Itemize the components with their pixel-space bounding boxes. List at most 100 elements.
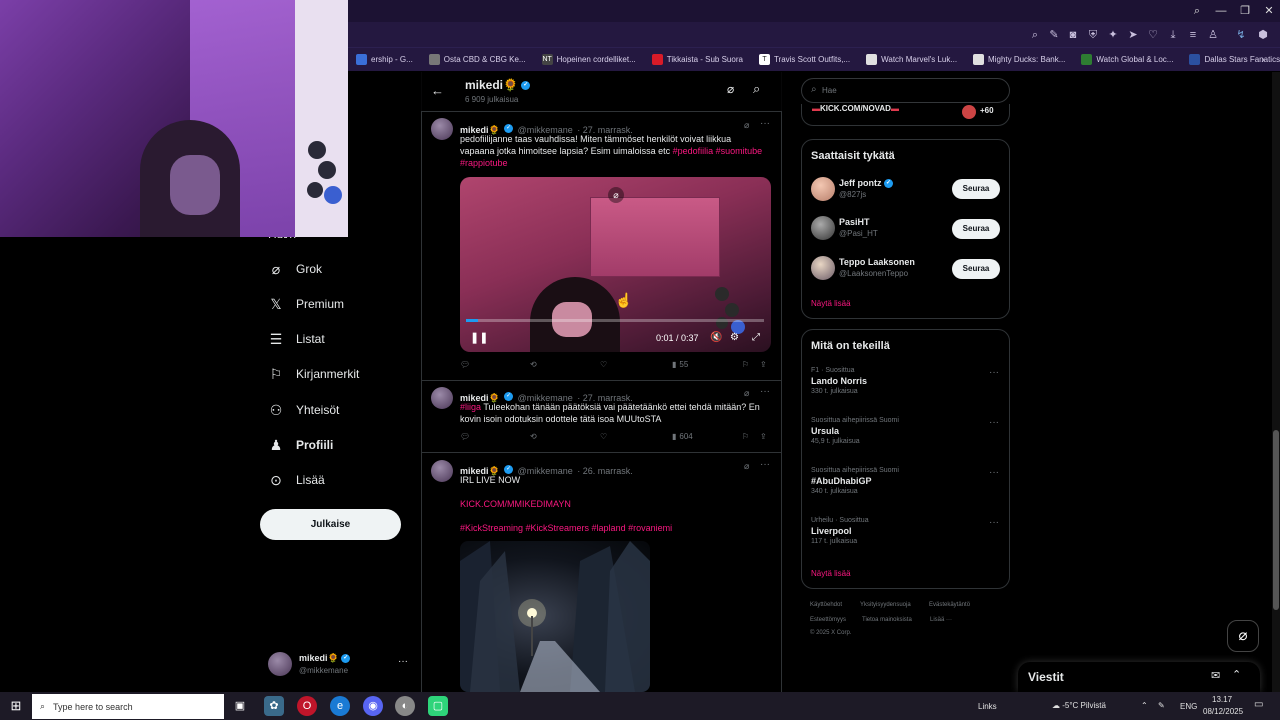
more-dots-icon[interactable]: ··· — [989, 417, 999, 428]
avatar[interactable] — [811, 177, 835, 201]
bookmark-item[interactable]: ership - G... — [350, 51, 419, 69]
reply-icon[interactable]: 💬︎ — [460, 432, 470, 441]
nav-item-profile[interactable]: ♟ Profiili — [268, 433, 334, 457]
close-button[interactable]: ✕ — [1260, 2, 1278, 20]
footer-link[interactable]: Käyttöehdot — [810, 602, 842, 608]
show-more-link[interactable]: Näytä lisää — [811, 299, 851, 308]
menu-icon[interactable]: ≡ — [1186, 28, 1200, 42]
share-icon[interactable]: ⇪ — [760, 432, 767, 441]
bookmark-item[interactable]: Osta CBD & CBG Ke... — [423, 51, 532, 69]
bookmark-item[interactable]: T Travis Scott Outfits,... — [753, 51, 856, 69]
views-stat[interactable]: ▮ 604 — [672, 432, 693, 441]
grok-icon[interactable]: ⌀ — [608, 187, 624, 203]
avatar[interactable] — [811, 216, 835, 240]
bookmark-icon[interactable]: ⚐ — [742, 360, 749, 369]
camera-icon[interactable]: ◙ — [1066, 28, 1080, 42]
bookmark-item[interactable]: Tikkaista - Sub Suora — [646, 51, 749, 69]
minimize-button[interactable]: — — [1212, 2, 1230, 20]
chevron-up-icon[interactable]: ⌃ — [1232, 668, 1241, 681]
shield-icon[interactable]: ⛨ — [1086, 28, 1100, 42]
settings-icon[interactable]: ⚙ — [730, 332, 739, 343]
app-icon[interactable]: ↯ — [1234, 28, 1248, 42]
video-player[interactable]: ⌀ ❚❚ 0:01 / 0:37 🔇 ⚙ ⤢ — [460, 177, 771, 352]
tweet-link[interactable]: KICK.COM/MMIKEDIMAYN — [460, 498, 766, 510]
footer-link[interactable]: Yksityisyydensuoja — [860, 602, 911, 608]
search-icon[interactable]: ⌕ — [1188, 2, 1206, 20]
app-icon[interactable]: ✿ — [264, 696, 284, 716]
bookmark-item[interactable]: Mighty Ducks: Bank... — [967, 51, 1071, 69]
taskbar-search-input[interactable]: Type here to search — [53, 702, 133, 712]
nav-item-more[interactable]: ⊙ Lisää — [268, 468, 325, 492]
send-icon[interactable]: ➤ — [1126, 28, 1140, 42]
taskbar-search[interactable]: ⌕ Type here to search — [32, 694, 224, 719]
clock-time[interactable]: 13.17 — [1212, 695, 1232, 704]
search-box[interactable]: ⌕ Hae — [801, 78, 1010, 103]
pause-icon[interactable]: ❚❚ — [470, 331, 488, 344]
mute-icon[interactable]: 🔇 — [710, 332, 722, 343]
reply-icon[interactable]: 💬︎ — [460, 360, 470, 369]
more-dots-icon[interactable]: ··· — [760, 386, 770, 397]
scrollbar-thumb[interactable] — [1273, 430, 1279, 610]
account-switcher[interactable]: mikedi🌻 ✓ @mikkemane ··· — [268, 650, 413, 682]
grok-icon[interactable]: ⌀ — [744, 120, 749, 131]
trend-item[interactable]: F1 · Suosittua Lando Norris 330 t. julka… — [811, 367, 1001, 407]
trend-item[interactable]: Suosittua aihepiirissä Suomi Ursula 45,9… — [811, 417, 1001, 457]
bookmark-icon[interactable]: ⚐ — [742, 432, 749, 441]
show-more-link[interactable]: Näytä lisää — [811, 569, 851, 578]
more-dots-icon[interactable]: ··· — [989, 517, 999, 528]
extension-icon[interactable]: ✦ — [1106, 28, 1120, 42]
avatar[interactable] — [811, 256, 835, 280]
weather-widget[interactable]: ☁ -5°C Pilvistä — [1052, 701, 1106, 710]
trend-item[interactable]: Urheilu · Suosittua Liverpool 117 t. jul… — [811, 517, 1001, 557]
bookmark-item[interactable]: Watch Marvel's Luk... — [860, 51, 963, 69]
grok-icon[interactable]: ⌀ — [744, 461, 749, 472]
tweet-hashtags[interactable]: #KickStreaming #KickStreamers #lapland #… — [460, 522, 766, 534]
chevron-up-icon[interactable]: ⌃ — [1141, 701, 1148, 710]
follow-button[interactable]: Seuraa — [952, 259, 1000, 279]
nav-item-lists[interactable]: ☰ Listat — [268, 327, 325, 351]
suggestion-name[interactable]: Teppo Laaksonen — [839, 257, 915, 267]
app-icon[interactable]: ◐ — [395, 696, 415, 716]
profile-icon[interactable]: ♙ — [1206, 28, 1220, 42]
more-dots-icon[interactable]: ··· — [989, 367, 999, 378]
new-message-icon[interactable]: ✉ — [1211, 669, 1220, 682]
back-arrow-icon[interactable]: ← — [431, 83, 444, 98]
search-icon[interactable]: ⌕ — [753, 81, 760, 97]
clock-date[interactable]: 08/12/2025 — [1203, 707, 1243, 716]
language-indicator[interactable]: ENG — [1180, 702, 1197, 711]
repost-icon[interactable]: ⟲ — [530, 360, 537, 369]
repost-icon[interactable]: ⟲ — [530, 432, 537, 441]
avatar[interactable] — [431, 387, 453, 409]
chevron-right-icon[interactable]: › — [1256, 53, 1270, 67]
more-dots-icon[interactable]: ··· — [989, 467, 999, 478]
app-icon[interactable]: ▢ — [428, 696, 448, 716]
notification-icon[interactable]: ▭ — [1254, 699, 1263, 710]
grok-fab-icon[interactable]: ⌀ — [1227, 620, 1259, 652]
nav-item-communities[interactable]: ⚇ Yhteisöt — [268, 398, 340, 422]
fullscreen-icon[interactable]: ⤢ — [752, 332, 760, 343]
avatar[interactable] — [431, 460, 453, 482]
bookmark-item[interactable]: Watch Global & Loc... — [1075, 51, 1179, 69]
like-icon[interactable]: ♡ — [600, 360, 607, 369]
tweet-photo[interactable] — [460, 541, 650, 692]
windows-start-icon[interactable]: ⊞ — [0, 692, 32, 720]
video-progress-track[interactable] — [466, 319, 764, 322]
live-card[interactable]: ▬KICK.COM/NOVAD▬ +60 — [801, 104, 1010, 126]
footer-link[interactable]: Esteettömyys — [810, 617, 846, 623]
suggestion-name[interactable]: PasiHT — [839, 217, 870, 227]
edge-icon[interactable]: e — [330, 696, 350, 716]
bookmark-item[interactable]: NT Hopeinen cordelliket... — [536, 51, 642, 69]
edit-icon[interactable]: ✎ — [1047, 28, 1061, 42]
more-dots-icon[interactable]: ··· — [760, 118, 770, 129]
zoom-icon[interactable]: ⌕ — [1028, 28, 1042, 42]
heart-icon[interactable]: ♡ — [1146, 28, 1160, 42]
grok-icon[interactable]: ⌀ — [727, 82, 734, 96]
links-toolbar[interactable]: Links — [978, 702, 997, 711]
more-dots-icon[interactable]: ··· — [760, 459, 770, 470]
tweet-hashtag[interactable]: #liiga — [460, 402, 481, 412]
post-button[interactable]: Julkaise — [260, 509, 401, 540]
restore-button[interactable]: ❐ — [1236, 2, 1254, 20]
share-icon[interactable]: ⇪ — [760, 360, 767, 369]
trend-item[interactable]: Suosittua aihepiirissä Suomi #AbuDhabiGP… — [811, 467, 1001, 507]
pen-icon[interactable]: ✎ — [1158, 701, 1165, 710]
